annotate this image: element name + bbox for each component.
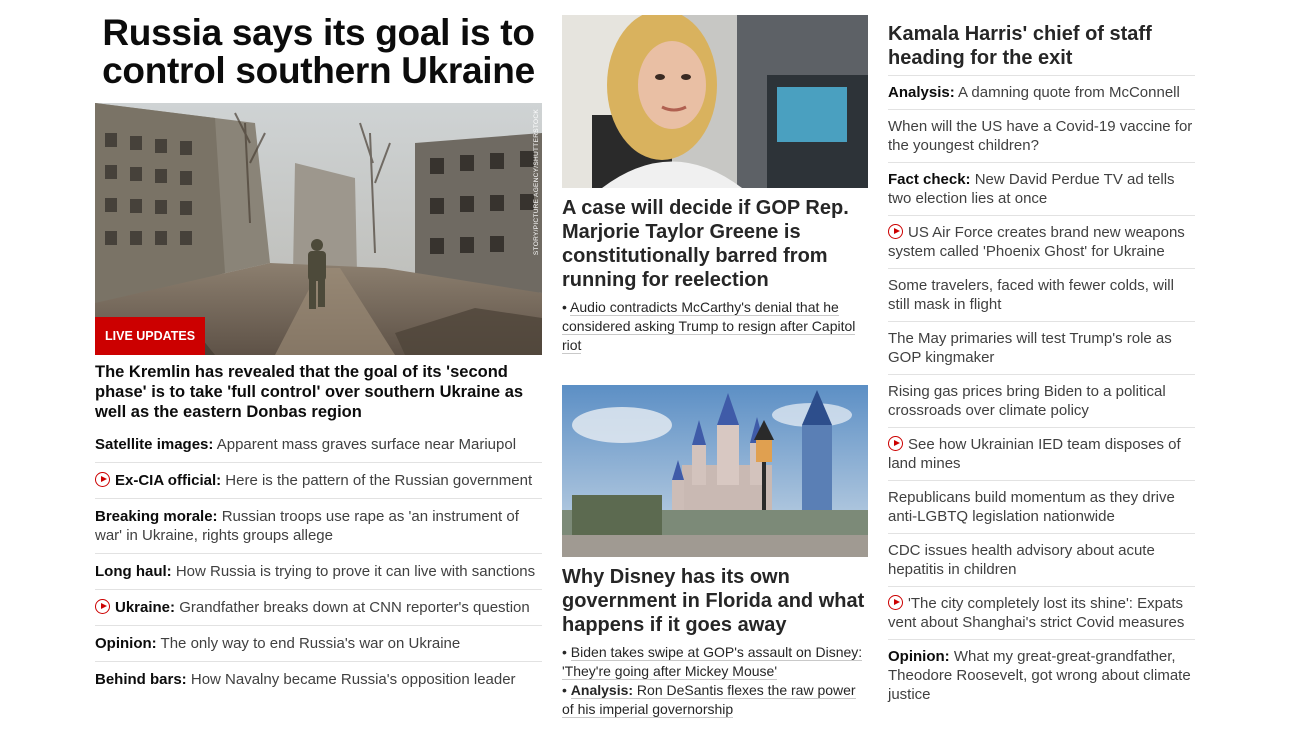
play-video-icon	[888, 436, 903, 451]
list-item[interactable]: Breaking morale: Russian troops use rape…	[95, 499, 542, 554]
photo-credit: STORY/PICTURE AGENCY/SHUTTERSTOCK	[533, 109, 540, 256]
story-headline[interactable]: Why Disney has its own government in Flo…	[562, 565, 868, 637]
list-item[interactable]: Behind bars: How Navalny became Russia's…	[95, 662, 542, 697]
list-item[interactable]: Ex-CIA official: Here is the pattern of …	[95, 463, 542, 499]
lead-summary[interactable]: The Kremlin has revealed that the goal o…	[95, 362, 542, 422]
play-video-icon	[888, 595, 903, 610]
list-item[interactable]: When will the US have a Covid-19 vaccine…	[888, 110, 1195, 163]
list-item[interactable]: See how Ukrainian IED team disposes of l…	[888, 428, 1195, 481]
list-item[interactable]: Some travelers, faced with fewer colds, …	[888, 269, 1195, 322]
disney-photo[interactable]	[562, 385, 868, 557]
list-item[interactable]: US Air Force creates brand new weapons s…	[888, 216, 1195, 269]
story-headline[interactable]: A case will decide if GOP Rep. Marjorie …	[562, 196, 868, 292]
right-headline-list: Analysis: A damning quote from McConnell…	[888, 75, 1195, 711]
list-item[interactable]: Republicans build momentum as they drive…	[888, 481, 1195, 534]
list-item[interactable]: Satellite images: Apparent mass graves s…	[95, 427, 542, 463]
play-video-icon	[95, 472, 110, 487]
portrait-photo	[562, 15, 868, 188]
story-related-links: • Audio contradicts McCarthy's denial th…	[562, 298, 868, 355]
middle-column: A case will decide if GOP Rep. Marjorie …	[562, 0, 868, 719]
right-column: Kamala Harris' chief of staff heading fo…	[888, 0, 1195, 711]
list-item[interactable]: Analysis: A damning quote from McConnell	[888, 76, 1195, 110]
list-item[interactable]: Fact check: New David Perdue TV ad tells…	[888, 163, 1195, 216]
section-headline[interactable]: Kamala Harris' chief of staff heading fo…	[888, 22, 1195, 70]
list-item[interactable]: CDC issues health advisory about acute h…	[888, 534, 1195, 587]
lead-headline[interactable]: Russia says its goal is to control south…	[95, 14, 542, 90]
greene-photo[interactable]	[562, 15, 868, 188]
live-updates-badge[interactable]: LIVE UPDATES	[95, 317, 206, 355]
list-item[interactable]: Opinion: The only way to end Russia's wa…	[95, 626, 542, 662]
related-link[interactable]: • Biden takes swipe at GOP's assault on …	[562, 643, 868, 681]
lead-headline-list: Satellite images: Apparent mass graves s…	[95, 427, 542, 697]
list-item[interactable]: 'The city completely lost its shine': Ex…	[888, 587, 1195, 640]
related-link[interactable]: • Analysis: Ron DeSantis flexes the raw …	[562, 681, 868, 719]
related-link[interactable]: • Audio contradicts McCarthy's denial th…	[562, 298, 868, 355]
list-item[interactable]: Opinion: What my great-great-grandfather…	[888, 640, 1195, 711]
list-item[interactable]: Rising gas prices bring Biden to a polit…	[888, 375, 1195, 428]
lead-image[interactable]: STORY/PICTURE AGENCY/SHUTTERSTOCK LIVE U…	[95, 103, 542, 355]
list-item[interactable]: Ukraine: Grandfather breaks down at CNN …	[95, 590, 542, 626]
castle-photo	[562, 385, 868, 557]
play-video-icon	[95, 599, 110, 614]
play-video-icon	[888, 224, 903, 239]
list-item[interactable]: The May primaries will test Trump's role…	[888, 322, 1195, 375]
story-related-links: • Biden takes swipe at GOP's assault on …	[562, 643, 868, 719]
lead-column: Russia says its goal is to control south…	[95, 0, 542, 697]
list-item[interactable]: Long haul: How Russia is trying to prove…	[95, 554, 542, 590]
